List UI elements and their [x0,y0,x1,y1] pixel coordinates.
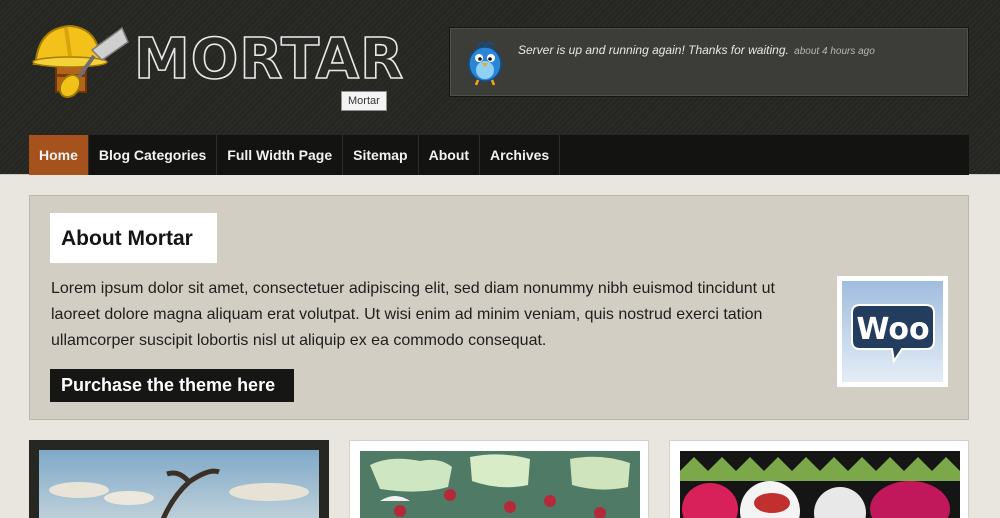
main-navigation: Home Blog Categories Full Width Page Sit… [29,135,969,175]
post-thumbnail-3[interactable] [669,440,969,518]
logo-text: MORTAR [133,27,405,92]
about-description: Lorem ipsum dolor sit amet, consectetuer… [51,280,775,349]
tweet-text: Server is up and running again! Thanks f… [518,42,958,60]
logo-tooltip: Mortar [341,91,387,111]
about-title: About Mortar [50,213,217,263]
purchase-theme-button[interactable]: Purchase the theme here [50,369,294,402]
twitter-bird-icon [468,42,502,86]
nav-item-home[interactable]: Home [29,135,89,175]
twitter-status-box: Server is up and running again! Thanks f… [449,27,969,97]
woo-badge-image: Woo [842,281,943,382]
tweet-timestamp[interactable]: about 4 hours ago [794,46,875,57]
post-thumbnail-2[interactable] [349,440,649,518]
nav-item-sitemap[interactable]: Sitemap [343,135,419,175]
post-image-collage [360,451,640,518]
nav-item-full-width-page[interactable]: Full Width Page [217,135,344,175]
about-section: About Mortar Lorem ipsum dolor sit amet,… [29,195,969,420]
tweet-message: Server is up and running again! Thanks f… [518,43,789,57]
post-image-toys [680,451,960,518]
nav-item-about[interactable]: About [419,135,481,175]
nav-item-archives[interactable]: Archives [480,135,561,175]
post-image-tree [39,450,319,518]
woo-badge[interactable]: Woo [837,276,948,387]
woo-logo-text: Woo [856,312,929,347]
post-thumbnail-1[interactable] [29,440,329,518]
hard-hat-trowel-icon [32,24,129,99]
woo-logo-icon: Woo [851,304,935,364]
site-logo[interactable]: MORTAR [30,20,404,110]
site-header: MORTAR Mortar Server is up and running a… [0,0,1000,175]
nav-item-blog-categories[interactable]: Blog Categories [89,135,218,175]
